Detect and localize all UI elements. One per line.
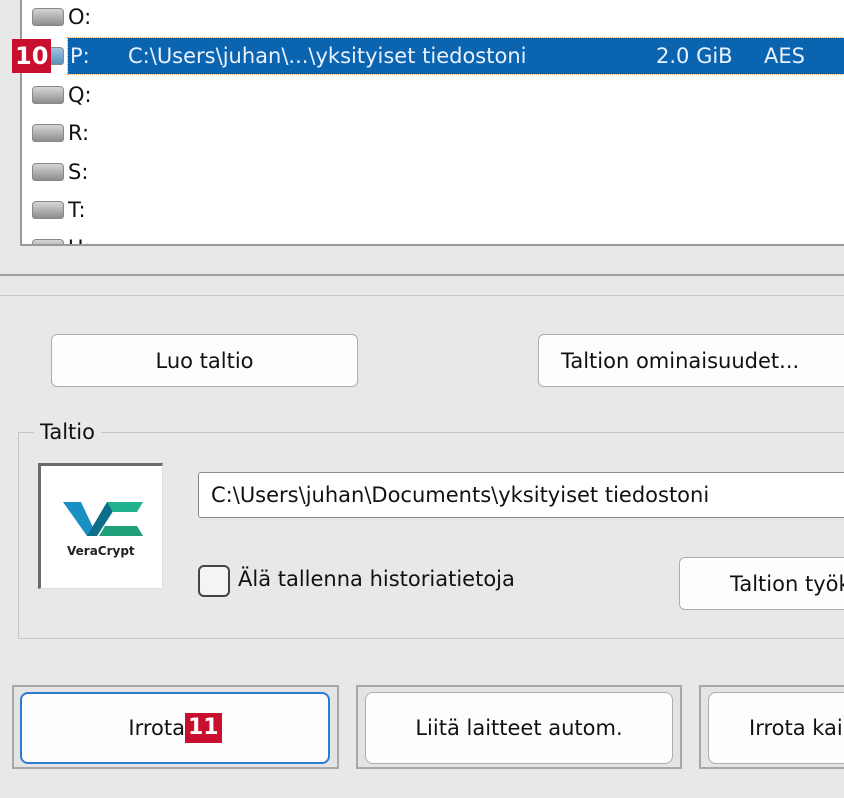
drive-row-t[interactable]: T: bbox=[32, 192, 844, 228]
volume-group-label: Taltio bbox=[34, 420, 101, 444]
volume-path-input[interactable] bbox=[198, 472, 844, 518]
dismount-label: Irrota bbox=[128, 716, 185, 740]
drive-letter: O: bbox=[68, 5, 92, 29]
dismount-button[interactable]: Irrota 11 bbox=[20, 692, 330, 764]
drive-row-r[interactable]: R: bbox=[32, 115, 844, 151]
drive-letter: P: bbox=[70, 44, 90, 68]
drive-row-u[interactable]: U: bbox=[32, 230, 844, 244]
auto-mount-button[interactable]: Liitä laitteet autom. bbox=[365, 692, 673, 764]
annotation-badge-10: 10 bbox=[12, 39, 52, 73]
drive-icon bbox=[32, 163, 64, 181]
drive-letter: Q: bbox=[68, 83, 92, 107]
drive-letter: U: bbox=[68, 236, 90, 244]
volume-size: 2.0 GiB bbox=[656, 44, 733, 68]
drive-letter: T: bbox=[68, 198, 86, 222]
drive-icon bbox=[32, 201, 64, 219]
never-save-history-checkbox[interactable] bbox=[198, 565, 230, 597]
drive-icon bbox=[32, 8, 64, 26]
volume-path: C:\Users\juhan\...\yksityiset tiedostoni bbox=[128, 44, 527, 68]
dismount-all-button[interactable]: Irrota kaikki bbox=[708, 692, 844, 764]
drive-letter: S: bbox=[68, 160, 89, 184]
encryption-algorithm: AES bbox=[764, 44, 805, 68]
never-save-history-label[interactable]: Älä tallenna historiatietoja bbox=[238, 567, 515, 591]
divider bbox=[0, 274, 844, 276]
drive-letter: R: bbox=[68, 121, 90, 145]
drive-row-s[interactable]: S: bbox=[32, 154, 844, 190]
drive-row-o[interactable]: O: bbox=[32, 0, 844, 35]
volume-properties-button[interactable]: Taltion ominaisuudet... bbox=[538, 334, 844, 387]
annotation-badge-11: 11 bbox=[184, 713, 222, 743]
drive-row-q[interactable]: Q: bbox=[32, 77, 844, 113]
create-volume-button[interactable]: Luo taltio bbox=[51, 334, 358, 387]
drive-icon bbox=[32, 239, 64, 244]
veracrypt-logo: VeraCrypt bbox=[38, 463, 163, 589]
volume-tools-button[interactable]: Taltion työkalut... bbox=[679, 557, 844, 610]
logo-text: VeraCrypt bbox=[67, 544, 135, 558]
drive-row-p-selected[interactable]: P: C:\Users\juhan\...\yksityiset tiedosto… bbox=[32, 37, 844, 75]
drive-list[interactable]: O: P: C:\Users\juhan\...\yksityiset tiedo… bbox=[20, 0, 844, 246]
divider bbox=[0, 295, 844, 296]
drive-icon bbox=[32, 124, 64, 142]
drive-icon bbox=[32, 86, 64, 104]
